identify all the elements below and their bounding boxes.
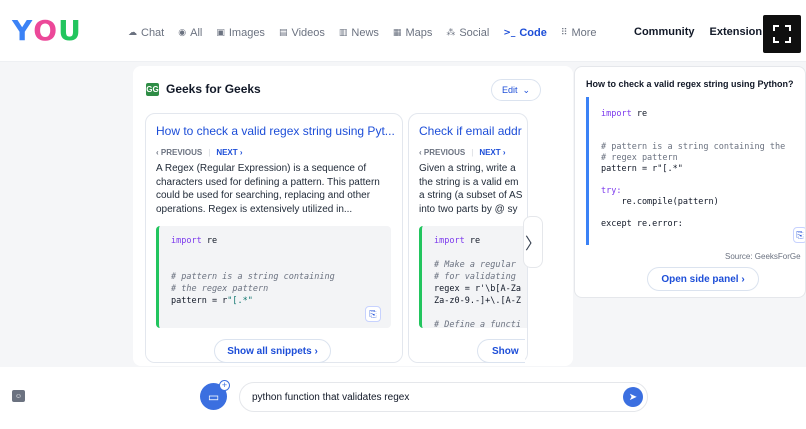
search-input-value: python function that validates regex — [252, 391, 410, 403]
search-category-tabs: ☁ Chat ◉ All ▣ Images ▤ Videos ▥ News ▦ Maps ⁂ Social… — [128, 25, 597, 41]
source-name[interactable]: Geeks for Geeks — [166, 82, 261, 96]
more-icon: ⠿ — [560, 28, 568, 38]
previous-button[interactable]: ‹ PREVIOUS — [419, 148, 465, 157]
fullscreen-icon[interactable] — [763, 15, 801, 53]
chat-icon: ☁ — [128, 28, 137, 38]
geeksforgeeks-icon: GG — [146, 82, 159, 96]
expand-corners-icon — [773, 25, 791, 43]
top-navigation-bar: YOU ☁ Chat ◉ All ▣ Images ▤ Videos ▥ News ▦ Maps ⁂ So… — [0, 0, 806, 62]
snippet-title-link[interactable]: Check if email addr — [419, 124, 522, 138]
logo-letter-o: O — [33, 13, 59, 47]
tab-label: Social — [459, 27, 490, 39]
tab-label: More — [571, 27, 597, 39]
open-side-panel-button[interactable]: Open side panel › — [647, 267, 759, 291]
code-block: import re # pattern is a string containi… — [156, 226, 391, 328]
tab-videos[interactable]: ▤ Videos — [279, 25, 325, 41]
tab-chat[interactable]: ☁ Chat — [128, 25, 164, 41]
code-icon: >_ — [503, 28, 516, 38]
side-code-block: import re # pattern is a string containi… — [586, 97, 805, 245]
snippet-pager: ‹ PREVIOUS | NEXT › — [419, 148, 506, 157]
chevron-right-icon: 〉 — [524, 236, 541, 253]
edit-button[interactable]: Edit ⌄ — [491, 79, 541, 101]
copy-icon[interactable]: ⎘ — [365, 306, 381, 322]
show-all-label: Show all snippets — [227, 345, 312, 357]
edit-label: Edit — [501, 85, 518, 95]
all-icon: ◉ — [178, 28, 187, 38]
snippet-description: A Regex (Regular Expression) is a sequen… — [156, 163, 380, 215]
side-question: How to check a valid regex string using … — [586, 79, 794, 89]
tab-code[interactable]: >_ Code — [503, 25, 547, 41]
carousel-next-button[interactable]: 〉 — [523, 216, 543, 268]
tab-label: News — [351, 27, 379, 39]
tab-label: Maps — [405, 27, 433, 39]
tab-social[interactable]: ⁂ Social — [446, 25, 489, 41]
tab-all[interactable]: ◉ All — [178, 25, 202, 41]
tab-label: Chat — [141, 27, 165, 39]
copy-icon[interactable]: ⎘ — [793, 227, 805, 243]
header-links: Community Extension — [634, 26, 762, 38]
tab-maps[interactable]: ▦ Maps — [393, 25, 432, 41]
send-icon[interactable]: ➤ — [623, 387, 643, 407]
tab-label: Code — [519, 27, 547, 39]
next-button[interactable]: NEXT › — [479, 148, 505, 157]
social-icon: ⁂ — [446, 28, 456, 38]
open-side-panel-label: Open side panel — [661, 273, 739, 285]
side-preview-panel: How to check a valid regex string using … — [574, 66, 806, 298]
logo-letter-u: U — [58, 13, 82, 47]
tab-label: All — [190, 27, 203, 39]
feedback-icon[interactable]: ☺ — [12, 390, 25, 402]
you-logo[interactable]: YOU — [12, 13, 82, 47]
pager-divider: | — [471, 148, 474, 157]
pager-divider: | — [208, 148, 211, 157]
show-label: Show — [492, 345, 519, 357]
news-icon: ▥ — [338, 28, 348, 38]
tab-news[interactable]: ▥ News — [339, 25, 379, 41]
code-block: import re # Make a regular # for validat… — [419, 226, 527, 328]
snippet-description: Given a string, write a the string is a … — [419, 163, 523, 215]
chat-bubble-icon: ▭ — [207, 389, 220, 404]
new-chat-button[interactable]: ▭ + — [200, 380, 230, 410]
images-icon: ▣ — [216, 28, 225, 38]
tab-label: Videos — [291, 27, 325, 39]
side-source: Source: GeeksForGe — [725, 252, 801, 261]
show-all-snippets-button[interactable]: Show all snippets › — [214, 339, 331, 363]
plus-icon: + — [219, 380, 230, 391]
search-input[interactable]: python function that validates regex — [239, 382, 648, 412]
videos-icon: ▤ — [278, 28, 288, 38]
community-link[interactable]: Community — [634, 26, 695, 38]
tab-images[interactable]: ▣ Images — [216, 25, 265, 41]
tab-more[interactable]: ⠿ More — [561, 25, 597, 41]
next-button[interactable]: NEXT › — [216, 148, 242, 157]
tab-label: Images — [228, 27, 265, 39]
snippet-card: Check if email addr ‹ PREVIOUS | NEXT › … — [408, 113, 528, 363]
source-header: GG Geeks for Geeks — [146, 82, 261, 96]
previous-button[interactable]: ‹ PREVIOUS — [156, 148, 202, 157]
logo-letter-y: Y — [12, 13, 34, 47]
maps-icon: ▦ — [392, 28, 402, 38]
snippet-card: How to check a valid regex string using … — [145, 113, 403, 363]
show-snippets-button[interactable]: Show — [477, 339, 525, 363]
extension-link[interactable]: Extension — [710, 26, 763, 38]
chevron-down-icon: ⌄ — [522, 84, 531, 95]
snippet-pager: ‹ PREVIOUS | NEXT › — [156, 148, 243, 157]
snippet-title-link[interactable]: How to check a valid regex string using … — [156, 124, 395, 138]
